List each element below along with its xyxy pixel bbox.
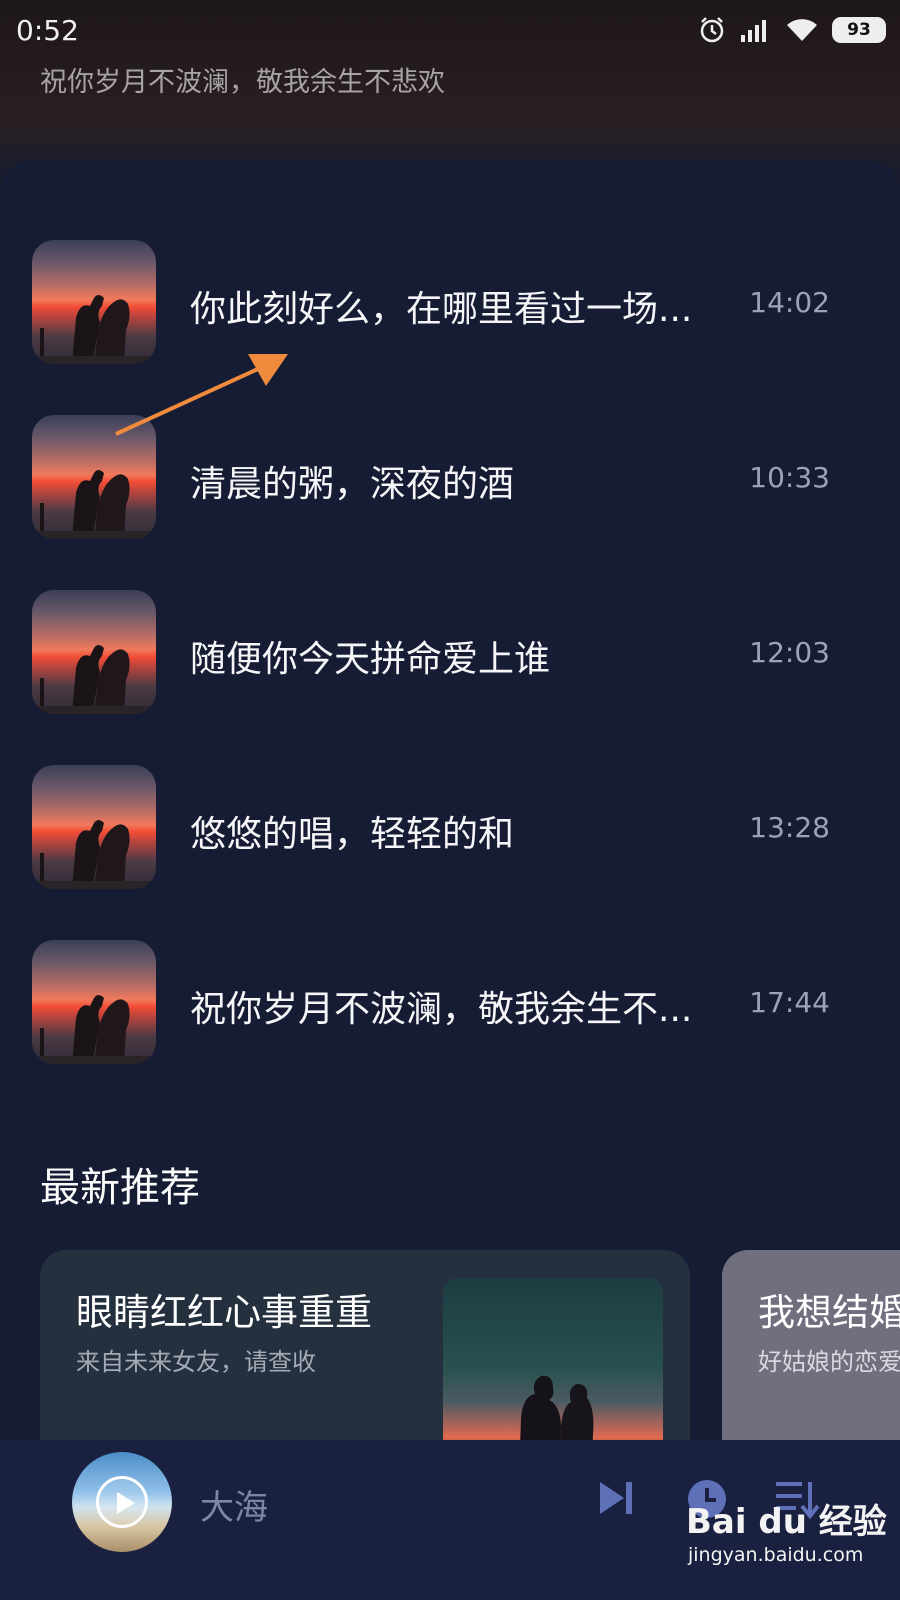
song-title: 随便你今天拼命爱上谁 bbox=[190, 639, 551, 680]
song-duration: 10:33 bbox=[749, 461, 830, 494]
recommend-card-subtitle: 好姑娘的恋爱 bbox=[758, 1348, 900, 1376]
song-row[interactable]: 祝你岁月不波澜，敬我余生不... 17:44 bbox=[0, 940, 900, 1066]
status-bar: 0:52 93 bbox=[0, 0, 900, 62]
song-title: 祝你岁月不波澜，敬我余生不... bbox=[190, 989, 693, 1030]
signal-icon bbox=[741, 20, 766, 42]
song-row[interactable]: 随便你今天拼命爱上谁 12:03 bbox=[0, 590, 900, 716]
song-title: 悠悠的唱，轻轻的和 bbox=[190, 814, 515, 855]
now-playing-cover[interactable] bbox=[72, 1452, 172, 1552]
song-duration: 14:02 bbox=[749, 286, 830, 319]
play-icon[interactable] bbox=[96, 1476, 148, 1528]
song-cover bbox=[32, 590, 156, 714]
playlist-sheet: 你此刻好么，在哪里看过一场... 14:02 清晨的粥，深夜的酒 10:33 随… bbox=[0, 160, 900, 1470]
couple-silhouette-icon bbox=[32, 820, 156, 889]
recommend-card-title: 我想结婚 bbox=[758, 1291, 900, 1334]
song-title: 你此刻好么，在哪里看过一场... bbox=[190, 289, 693, 330]
mini-player: 大海 Bai du 经验 jingyan.baidu.com bbox=[0, 1440, 900, 1600]
song-row[interactable]: 悠悠的唱，轻轻的和 13:28 bbox=[0, 765, 900, 891]
song-cover bbox=[32, 765, 156, 889]
wifi-icon bbox=[787, 19, 817, 41]
next-icon[interactable] bbox=[596, 1478, 636, 1518]
song-cover bbox=[32, 940, 156, 1064]
header-subtitle: 祝你岁月不波澜，敬我余生不悲欢 bbox=[40, 67, 445, 98]
annotation-arrow-icon bbox=[115, 354, 288, 436]
now-playing-title: 大海 bbox=[200, 1488, 268, 1528]
song-title: 清晨的粥，深夜的酒 bbox=[190, 464, 515, 505]
watermark-url: jingyan.baidu.com bbox=[688, 1544, 864, 1566]
recommend-card-title: 眼睛红红心事重重 bbox=[76, 1291, 372, 1334]
couple-silhouette-icon bbox=[32, 995, 156, 1064]
song-duration: 13:28 bbox=[749, 811, 830, 844]
battery-level: 93 bbox=[847, 20, 871, 40]
alarm-icon bbox=[700, 17, 724, 43]
recommend-card[interactable]: 眼睛红红心事重重 来自未来女友，请查收 bbox=[40, 1250, 690, 1470]
status-icons: 93 bbox=[698, 16, 886, 44]
baidu-watermark: Bai du 经验 jingyan.baidu.com bbox=[686, 1494, 887, 1574]
watermark-logo: Bai du 经验 bbox=[686, 1502, 887, 1542]
recommend-card-subtitle: 来自未来女友，请查收 bbox=[76, 1348, 316, 1376]
status-time: 0:52 bbox=[16, 14, 79, 47]
section-title-latest: 最新推荐 bbox=[40, 1165, 200, 1211]
couple-silhouette-icon bbox=[32, 645, 156, 714]
recommend-card[interactable]: 我想结婚 好姑娘的恋爱 bbox=[722, 1250, 900, 1470]
battery-icon: 93 bbox=[832, 17, 886, 43]
song-duration: 17:44 bbox=[749, 986, 830, 1019]
song-duration: 12:03 bbox=[749, 636, 830, 669]
